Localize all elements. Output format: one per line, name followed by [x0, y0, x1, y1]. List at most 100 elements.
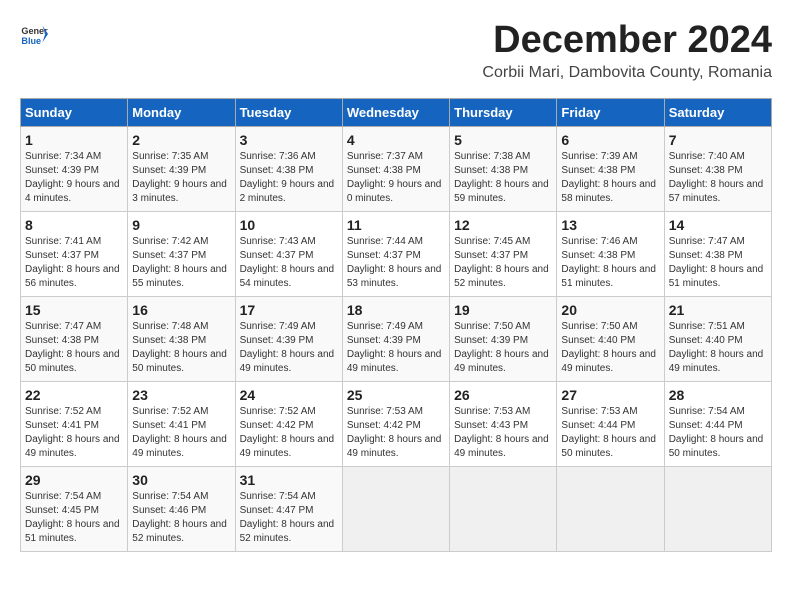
day-number: 26 [454, 387, 552, 403]
table-row: 15 Sunrise: 7:47 AMSunset: 4:38 PMDayligh… [21, 296, 128, 381]
page-header: General Blue December 2024 Corbii Mari, … [20, 20, 772, 82]
day-number: 20 [561, 302, 659, 318]
day-info: Sunrise: 7:43 AMSunset: 4:37 PMDaylight:… [240, 235, 338, 291]
day-number: 6 [561, 132, 659, 148]
calendar-week-row: 1Sunrise: 7:34 AMSunset: 4:39 PMDaylight… [21, 126, 772, 211]
table-row: 3 Sunrise: 7:36 AMSunset: 4:38 PMDaylight… [235, 126, 342, 211]
day-number: 10 [240, 217, 338, 233]
day-number: 31 [240, 472, 338, 488]
svg-text:General: General [21, 26, 48, 36]
table-row: 27 Sunrise: 7:53 AMSunset: 4:44 PMDayligh… [557, 381, 664, 466]
day-info: Sunrise: 7:50 AMSunset: 4:40 PMDaylight:… [561, 320, 659, 376]
day-number: 22 [25, 387, 123, 403]
day-info: Sunrise: 7:54 AMSunset: 4:46 PMDaylight:… [132, 490, 230, 546]
table-row: 1Sunrise: 7:34 AMSunset: 4:39 PMDaylight… [21, 126, 128, 211]
day-info: Sunrise: 7:52 AMSunset: 4:42 PMDaylight:… [240, 405, 338, 461]
col-thursday: Thursday [450, 98, 557, 126]
day-number: 8 [25, 217, 123, 233]
day-info: Sunrise: 7:53 AMSunset: 4:44 PMDaylight:… [561, 405, 659, 461]
day-number: 25 [347, 387, 445, 403]
day-number: 9 [132, 217, 230, 233]
day-info: Sunrise: 7:42 AMSunset: 4:37 PMDaylight:… [132, 235, 230, 291]
day-number: 28 [669, 387, 767, 403]
day-number: 16 [132, 302, 230, 318]
day-number: 15 [25, 302, 123, 318]
table-row: 12 Sunrise: 7:45 AMSunset: 4:37 PMDayligh… [450, 211, 557, 296]
day-info: Sunrise: 7:52 AMSunset: 4:41 PMDaylight:… [132, 405, 230, 461]
day-number: 7 [669, 132, 767, 148]
location-title: Corbii Mari, Dambovita County, Romania [482, 64, 772, 82]
day-number: 13 [561, 217, 659, 233]
table-row: 18 Sunrise: 7:49 AMSunset: 4:39 PMDayligh… [342, 296, 449, 381]
day-info: Sunrise: 7:47 AMSunset: 4:38 PMDaylight:… [25, 320, 123, 376]
svg-text:Blue: Blue [21, 36, 41, 46]
day-number: 5 [454, 132, 552, 148]
day-info: Sunrise: 7:53 AMSunset: 4:43 PMDaylight:… [454, 405, 552, 461]
day-info: Sunrise: 7:47 AMSunset: 4:38 PMDaylight:… [669, 235, 767, 291]
table-row [342, 466, 449, 551]
table-row: 29 Sunrise: 7:54 AMSunset: 4:45 PMDayligh… [21, 466, 128, 551]
day-number: 19 [454, 302, 552, 318]
col-monday: Monday [128, 98, 235, 126]
table-row: 4Sunrise: 7:37 AMSunset: 4:38 PMDaylight… [342, 126, 449, 211]
table-row: 22 Sunrise: 7:52 AMSunset: 4:41 PMDayligh… [21, 381, 128, 466]
table-row: 21 Sunrise: 7:51 AMSunset: 4:40 PMDayligh… [664, 296, 771, 381]
col-saturday: Saturday [664, 98, 771, 126]
day-info: Sunrise: 7:37 AMSunset: 4:38 PMDaylight:… [347, 150, 445, 206]
table-row [557, 466, 664, 551]
day-info: Sunrise: 7:35 AMSunset: 4:39 PMDaylight:… [132, 150, 230, 206]
table-row: 25 Sunrise: 7:53 AMSunset: 4:42 PMDayligh… [342, 381, 449, 466]
day-info: Sunrise: 7:46 AMSunset: 4:38 PMDaylight:… [561, 235, 659, 291]
day-info: Sunrise: 7:50 AMSunset: 4:39 PMDaylight:… [454, 320, 552, 376]
table-row: 14Sunrise: 7:47 AMSunset: 4:38 PMDayligh… [664, 211, 771, 296]
calendar-week-row: 22 Sunrise: 7:52 AMSunset: 4:41 PMDayligh… [21, 381, 772, 466]
day-number: 18 [347, 302, 445, 318]
table-row: 20 Sunrise: 7:50 AMSunset: 4:40 PMDayligh… [557, 296, 664, 381]
table-row: 31 Sunrise: 7:54 AMSunset: 4:47 PMDayligh… [235, 466, 342, 551]
table-row: 26 Sunrise: 7:53 AMSunset: 4:43 PMDayligh… [450, 381, 557, 466]
calendar-table: Sunday Monday Tuesday Wednesday Thursday… [20, 98, 772, 552]
table-row: 24Sunrise: 7:52 AMSunset: 4:42 PMDayligh… [235, 381, 342, 466]
day-number: 29 [25, 472, 123, 488]
day-info: Sunrise: 7:52 AMSunset: 4:41 PMDaylight:… [25, 405, 123, 461]
table-row: 9 Sunrise: 7:42 AMSunset: 4:37 PMDaylight… [128, 211, 235, 296]
col-wednesday: Wednesday [342, 98, 449, 126]
day-number: 27 [561, 387, 659, 403]
table-row: 19 Sunrise: 7:50 AMSunset: 4:39 PMDayligh… [450, 296, 557, 381]
logo-icon: General Blue [20, 20, 48, 48]
day-info: Sunrise: 7:45 AMSunset: 4:37 PMDaylight:… [454, 235, 552, 291]
day-info: Sunrise: 7:53 AMSunset: 4:42 PMDaylight:… [347, 405, 445, 461]
day-info: Sunrise: 7:34 AMSunset: 4:39 PMDaylight:… [25, 150, 123, 206]
day-info: Sunrise: 7:51 AMSunset: 4:40 PMDaylight:… [669, 320, 767, 376]
day-number: 23 [132, 387, 230, 403]
day-info: Sunrise: 7:36 AMSunset: 4:38 PMDaylight:… [240, 150, 338, 206]
table-row [664, 466, 771, 551]
table-row [450, 466, 557, 551]
title-section: December 2024 Corbii Mari, Dambovita Cou… [482, 20, 772, 82]
day-info: Sunrise: 7:54 AMSunset: 4:45 PMDaylight:… [25, 490, 123, 546]
table-row: 10 Sunrise: 7:43 AMSunset: 4:37 PMDayligh… [235, 211, 342, 296]
table-row: 28Sunrise: 7:54 AMSunset: 4:44 PMDayligh… [664, 381, 771, 466]
calendar-week-row: 8 Sunrise: 7:41 AMSunset: 4:37 PMDaylight… [21, 211, 772, 296]
day-info: Sunrise: 7:38 AMSunset: 4:38 PMDaylight:… [454, 150, 552, 206]
day-info: Sunrise: 7:41 AMSunset: 4:37 PMDaylight:… [25, 235, 123, 291]
day-info: Sunrise: 7:49 AMSunset: 4:39 PMDaylight:… [347, 320, 445, 376]
day-number: 2 [132, 132, 230, 148]
day-number: 3 [240, 132, 338, 148]
calendar-header-row: Sunday Monday Tuesday Wednesday Thursday… [21, 98, 772, 126]
col-sunday: Sunday [21, 98, 128, 126]
day-number: 30 [132, 472, 230, 488]
day-number: 12 [454, 217, 552, 233]
table-row: 17Sunrise: 7:49 AMSunset: 4:39 PMDayligh… [235, 296, 342, 381]
table-row: 8 Sunrise: 7:41 AMSunset: 4:37 PMDaylight… [21, 211, 128, 296]
day-info: Sunrise: 7:48 AMSunset: 4:38 PMDaylight:… [132, 320, 230, 376]
day-info: Sunrise: 7:44 AMSunset: 4:37 PMDaylight:… [347, 235, 445, 291]
day-number: 21 [669, 302, 767, 318]
day-info: Sunrise: 7:49 AMSunset: 4:39 PMDaylight:… [240, 320, 338, 376]
day-number: 11 [347, 217, 445, 233]
col-friday: Friday [557, 98, 664, 126]
calendar-week-row: 15 Sunrise: 7:47 AMSunset: 4:38 PMDayligh… [21, 296, 772, 381]
table-row: 30 Sunrise: 7:54 AMSunset: 4:46 PMDayligh… [128, 466, 235, 551]
day-info: Sunrise: 7:54 AMSunset: 4:47 PMDaylight:… [240, 490, 338, 546]
table-row: 23 Sunrise: 7:52 AMSunset: 4:41 PMDayligh… [128, 381, 235, 466]
